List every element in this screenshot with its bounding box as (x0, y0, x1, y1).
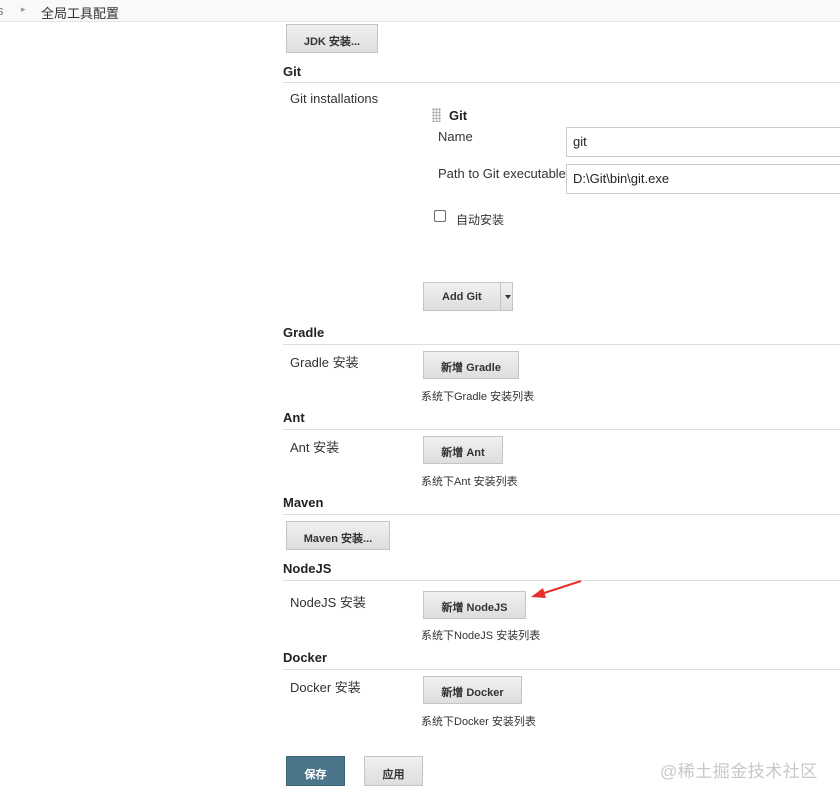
maven-section-title: Maven (283, 495, 324, 510)
arrow-shaft (540, 580, 582, 595)
add-ant-button[interactable]: 新增 Ant (423, 436, 503, 464)
ant-description: 系统下Ant 安装列表 (421, 476, 518, 488)
watermark: @稀土掘金技术社区 (660, 762, 818, 781)
add-docker-button[interactable]: 新增 Docker (423, 676, 522, 704)
nodejs-section-title: NodeJS (283, 561, 332, 576)
gradle-section-title: Gradle (283, 325, 325, 340)
apply-button-label: 应用 (382, 769, 405, 781)
breadcrumb-previous-link[interactable]: s (0, 3, 4, 18)
add-gradle-button[interactable]: 新增 Gradle (423, 351, 519, 379)
save-button[interactable]: 保存 (286, 756, 345, 786)
maven-install-button[interactable]: Maven 安装... (286, 521, 390, 550)
red-arrow-annotation (531, 580, 582, 598)
drag-handle-icon[interactable] (432, 108, 441, 122)
nodejs-description: 系统下NodeJS 安装列表 (421, 630, 541, 642)
arrow-head-icon (531, 588, 546, 598)
auto-install-checkbox[interactable] (434, 210, 446, 222)
add-git-button[interactable]: Add Git (423, 282, 513, 311)
git-item-title: Git (449, 108, 468, 123)
chevron-down-icon[interactable] (500, 283, 514, 310)
breadcrumb: s ▸ 全局工具配置 (0, 0, 840, 22)
apply-button[interactable]: 应用 (364, 756, 423, 786)
git-section-title: Git (283, 64, 302, 79)
add-gradle-button-label: 新增 Gradle (441, 362, 501, 374)
docker-section-divider (283, 669, 840, 670)
breadcrumb-current[interactable]: 全局工具配置 (41, 3, 119, 22)
add-nodejs-button-label: 新增 NodeJS (441, 602, 508, 614)
gradle-install-label: Gradle 安装 (290, 355, 359, 370)
gradle-description: 系统下Gradle 安装列表 (421, 391, 535, 403)
git-name-input[interactable]: git (566, 127, 840, 157)
ant-section-divider (283, 429, 840, 430)
jdk-install-button[interactable]: JDK 安装... (286, 24, 378, 53)
add-nodejs-button[interactable]: 新增 NodeJS (423, 591, 526, 619)
jdk-install-button-label: JDK 安装... (303, 36, 361, 48)
save-button-label: 保存 (304, 769, 327, 781)
docker-section-title: Docker (283, 650, 328, 665)
git-installations-label: Git installations (290, 91, 379, 106)
ant-install-label: Ant 安装 (290, 440, 340, 455)
maven-install-button-label: Maven 安装... (303, 533, 373, 545)
docker-description: 系统下Docker 安装列表 (421, 716, 536, 728)
ant-section-title: Ant (283, 410, 305, 425)
git-path-input[interactable]: D:\Git\bin\git.exe (566, 164, 840, 194)
git-name-label: Name (438, 129, 473, 144)
auto-install-label: 自动安装 (456, 213, 505, 227)
gradle-section-divider (283, 344, 840, 345)
add-ant-button-label: 新增 Ant (441, 447, 485, 459)
add-docker-button-label: 新增 Docker (441, 687, 504, 699)
git-path-label: Path to Git executable (438, 166, 566, 181)
docker-install-label: Docker 安装 (290, 680, 361, 695)
nodejs-install-label: NodeJS 安装 (290, 595, 366, 610)
breadcrumb-separator-icon: ▸ (21, 4, 26, 14)
maven-section-divider (283, 514, 840, 515)
git-section-divider (283, 82, 840, 83)
